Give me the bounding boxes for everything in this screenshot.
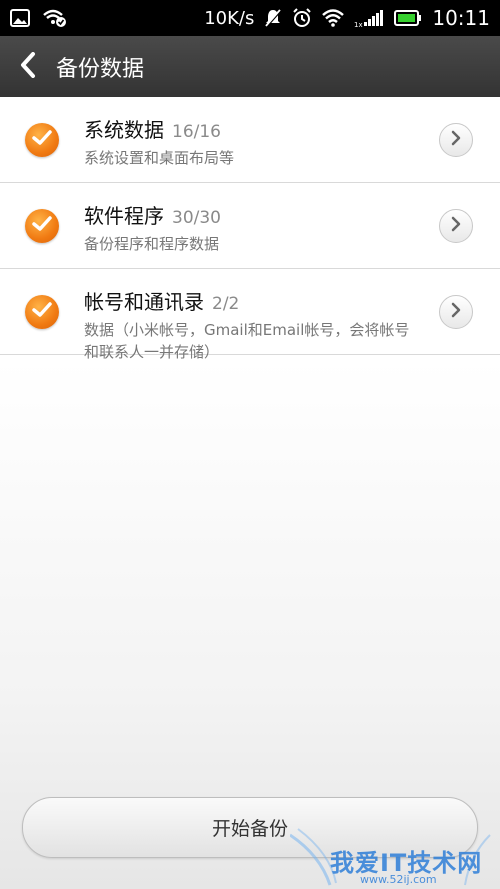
item-description: 数据（小米帐号，Gmail和Email帐号，会将帐号和联系人一并存储） xyxy=(84,321,410,361)
list-item[interactable]: 软件程序 30/30 备份程序和程序数据 xyxy=(0,183,500,269)
chevron-right-icon xyxy=(450,130,462,150)
item-count: 16/16 xyxy=(172,122,221,142)
checkbox[interactable] xyxy=(25,123,59,157)
item-title: 帐号和通讯录 xyxy=(84,290,204,314)
chevron-left-icon xyxy=(19,51,37,82)
item-title: 软件程序 xyxy=(84,204,164,228)
list-item[interactable]: 帐号和通讯录 2/2 数据（小米帐号，Gmail和Email帐号，会将帐号和联系… xyxy=(0,269,500,361)
backup-item-list: 系统数据 16/16 系统设置和桌面布局等 软件程序 30/30 备份程序和程序… xyxy=(0,97,500,361)
check-icon xyxy=(32,130,52,150)
page-title: 备份数据 xyxy=(56,56,145,82)
item-title: 系统数据 xyxy=(84,118,164,142)
item-count: 2/2 xyxy=(212,294,240,314)
chevron-right-icon xyxy=(450,302,462,322)
clock: 10:11 xyxy=(432,6,490,30)
title-bar: 备份数据 xyxy=(0,36,500,97)
item-description: 系统设置和桌面布局等 xyxy=(84,149,235,167)
status-bar: 10K/s 1x 10:11 xyxy=(0,0,500,36)
mute-icon xyxy=(264,8,282,28)
network-speed: 10K/s xyxy=(204,7,255,29)
image-icon xyxy=(10,9,30,27)
watermark-url: www.52ij.com xyxy=(360,873,437,886)
detail-button[interactable] xyxy=(439,209,473,243)
detail-button[interactable] xyxy=(439,295,473,329)
chevron-right-icon xyxy=(450,216,462,236)
item-description: 备份程序和程序数据 xyxy=(84,235,220,253)
watermark: 我爱IT技术网 www.52ij.com xyxy=(289,825,500,889)
signal-icon: 1x xyxy=(354,8,384,28)
checkbox[interactable] xyxy=(25,209,59,243)
wifi-sync-icon xyxy=(42,8,68,28)
checkbox[interactable] xyxy=(25,295,59,329)
alarm-icon xyxy=(292,8,312,28)
wifi-icon xyxy=(322,9,345,27)
check-icon xyxy=(32,216,52,236)
back-button[interactable] xyxy=(0,36,56,97)
detail-button[interactable] xyxy=(439,123,473,157)
item-count: 30/30 xyxy=(172,208,221,228)
battery-icon xyxy=(394,10,422,26)
svg-text:1x: 1x xyxy=(354,21,363,28)
check-icon xyxy=(32,302,52,322)
list-item[interactable]: 系统数据 16/16 系统设置和桌面布局等 xyxy=(0,97,500,183)
